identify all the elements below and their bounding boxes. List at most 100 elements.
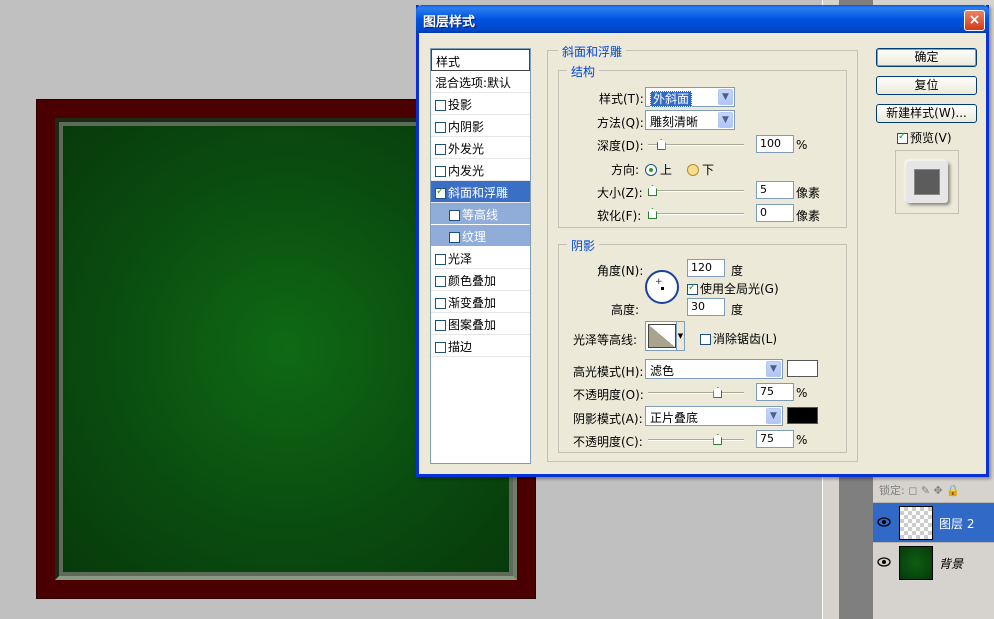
highlight-opacity-unit: % (796, 386, 808, 400)
close-button[interactable]: × (964, 10, 985, 31)
angle-label: 角度(N): (597, 264, 644, 278)
dialog-titlebar[interactable]: 图层样式 × (416, 5, 989, 33)
direction-down-radio[interactable]: 下 (687, 161, 714, 178)
checkbox-icon[interactable] (435, 254, 446, 265)
chevron-down-icon: ▼ (718, 112, 733, 128)
checkbox-icon[interactable] (435, 298, 446, 309)
eye-icon[interactable] (877, 556, 891, 568)
shadow-mode-select[interactable]: 正片叠底 ▼ (645, 406, 783, 426)
shadow-opacity-slider[interactable] (648, 434, 744, 445)
size-slider[interactable] (648, 185, 744, 196)
highlight-color-swatch[interactable] (787, 360, 818, 377)
slider-thumb[interactable] (713, 387, 723, 398)
checkbox-icon[interactable] (435, 144, 446, 155)
global-light-checkbox[interactable]: 使用全局光(G) (687, 280, 779, 297)
shadow-color-swatch[interactable] (787, 407, 818, 424)
depth-label: 深度(D): (597, 139, 644, 153)
style-item[interactable]: 投影 (431, 93, 530, 115)
blend-options-item[interactable]: 混合选项:默认 (431, 71, 530, 93)
gloss-contour-picker[interactable]: ▼ (645, 321, 685, 351)
structure-group: 结构 样式(T): 外斜面 ▼ 方法(Q): 雕刻清晰 ▼ 深度(D): 100… (558, 63, 847, 228)
checkbox-icon[interactable] (449, 210, 460, 221)
highlight-opacity-input[interactable]: 75 (756, 383, 794, 401)
technique-select[interactable]: 雕刻清晰 ▼ (645, 110, 735, 130)
style-item[interactable]: 内阴影 (431, 115, 530, 137)
shadow-mode-label: 阴影模式(A): (573, 412, 643, 426)
lock-row: 锁定: ◻ ✎ ✥ 🔒 (873, 478, 994, 500)
slider-thumb[interactable] (648, 185, 657, 196)
highlight-mode-select[interactable]: 滤色 ▼ (645, 359, 783, 379)
slider-thumb[interactable] (656, 139, 666, 150)
style-item-label: 内发光 (448, 164, 485, 178)
dialog-title: 图层样式 (423, 15, 476, 30)
style-item-label: 外发光 (448, 142, 485, 156)
eye-icon[interactable] (877, 516, 891, 528)
chevron-down-icon: ▼ (766, 361, 781, 377)
chevron-down-icon: ▼ (718, 89, 733, 105)
depth-input[interactable]: 100 (756, 135, 794, 153)
preview-swatch (906, 161, 948, 203)
highlight-opacity-label: 不透明度(O): (573, 388, 644, 402)
checkbox-icon[interactable] (435, 100, 446, 111)
angle-unit: 度 (731, 264, 744, 278)
checkbox-icon[interactable] (435, 122, 446, 133)
layer-style-dialog: 图层样式 × 样式 混合选项:默认 投影内阴影外发光内发光斜面和浮雕等高线纹理光… (416, 5, 989, 477)
checkbox-icon[interactable] (435, 320, 446, 331)
style-list-header[interactable]: 样式 (431, 49, 530, 71)
style-item[interactable]: 外发光 (431, 137, 530, 159)
lock-icons[interactable]: ◻ ✎ ✥ 🔒 (908, 484, 960, 497)
new-style-button[interactable]: 新建样式(W)... (876, 104, 977, 123)
depth-slider[interactable] (648, 139, 744, 150)
shadow-opacity-unit: % (796, 433, 808, 447)
radio-icon (687, 164, 699, 176)
checkbox-icon[interactable] (435, 166, 446, 177)
checkbox-icon[interactable] (449, 232, 460, 243)
slider-thumb[interactable] (648, 208, 657, 219)
checkbox-icon[interactable] (435, 276, 446, 287)
altitude-input[interactable]: 30 (687, 298, 725, 316)
size-unit: 像素 (796, 186, 821, 200)
style-select-value: 外斜面 (650, 91, 693, 107)
crosshair-icon: + (655, 277, 663, 287)
angle-input[interactable]: 120 (687, 259, 725, 277)
slider-thumb[interactable] (713, 434, 723, 445)
style-item[interactable]: 等高线 (431, 203, 530, 225)
layer-name: 背景 (939, 557, 964, 571)
style-item[interactable]: 光泽 (431, 247, 530, 269)
style-item[interactable]: 图案叠加 (431, 313, 530, 335)
style-item[interactable]: 斜面和浮雕 (431, 181, 530, 203)
layer-thumbnail (899, 546, 933, 580)
style-item[interactable]: 颜色叠加 (431, 269, 530, 291)
highlight-opacity-slider[interactable] (648, 387, 744, 398)
direction-up-radio[interactable]: 上 (645, 161, 672, 178)
style-list: 样式 混合选项:默认 投影内阴影外发光内发光斜面和浮雕等高线纹理光泽颜色叠加渐变… (430, 48, 531, 464)
soften-slider[interactable] (648, 208, 744, 219)
preview-label: 预览(V) (910, 131, 952, 145)
layer-row-background[interactable]: 背景 (873, 542, 994, 582)
shadow-opacity-label: 不透明度(C): (573, 435, 643, 449)
style-item[interactable]: 描边 (431, 335, 530, 357)
ok-button[interactable]: 确定 (876, 48, 977, 67)
style-item[interactable]: 纹理 (431, 225, 530, 247)
preview-checkbox[interactable]: 预览(V) (897, 129, 952, 146)
checkbox-icon[interactable] (435, 342, 446, 353)
reset-button[interactable]: 复位 (876, 76, 977, 95)
bevel-emboss-group: 斜面和浮雕 结构 样式(T): 外斜面 ▼ 方法(Q): 雕刻清晰 ▼ 深度(D… (547, 43, 858, 462)
shading-title: 阴影 (567, 237, 600, 254)
checkbox-icon (700, 334, 711, 345)
chevron-down-icon: ▼ (766, 408, 781, 424)
style-item[interactable]: 内发光 (431, 159, 530, 181)
style-select[interactable]: 外斜面 ▼ (645, 87, 735, 107)
style-item-label: 光泽 (448, 252, 473, 266)
angle-dial[interactable]: + (645, 270, 679, 304)
shadow-opacity-input[interactable]: 75 (756, 430, 794, 448)
soften-input[interactable]: 0 (756, 204, 794, 222)
bevel-emboss-title: 斜面和浮雕 (558, 43, 627, 60)
checkbox-icon[interactable] (435, 186, 446, 199)
style-item[interactable]: 渐变叠加 (431, 291, 530, 313)
direction-label: 方向: (611, 163, 640, 177)
anti-alias-checkbox[interactable]: 消除锯齿(L) (700, 330, 777, 347)
layer-row-layer2[interactable]: 图层 2 (873, 502, 994, 542)
contour-preview (648, 324, 676, 348)
size-input[interactable]: 5 (756, 181, 794, 199)
